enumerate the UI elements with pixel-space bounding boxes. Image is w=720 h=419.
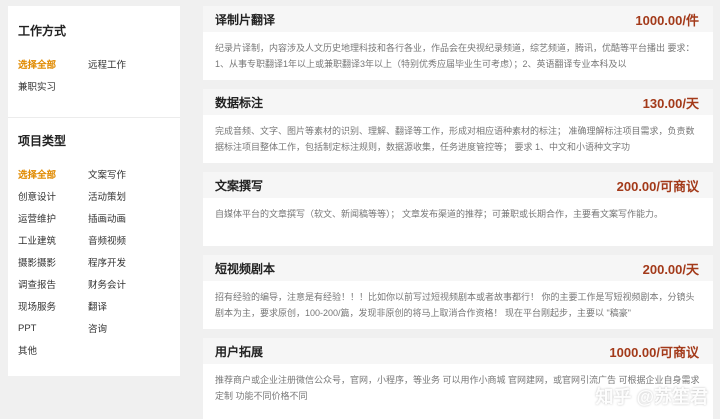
job-card-header: 数据标注 130.00/天 [203, 89, 713, 115]
job-card[interactable]: 短视频剧本 200.00/天 招有经验的编导，注意是有经验！！！比如你以前写过短… [203, 255, 713, 329]
job-price: 1000.00/件 [635, 12, 699, 28]
filter-type-other[interactable]: 其他 [18, 343, 88, 357]
filter-type-finance[interactable]: 财务会计 [88, 277, 158, 291]
job-card-header: 文案撰写 200.00/可商议 [203, 172, 713, 198]
job-card[interactable]: 文案撰写 200.00/可商议 自媒体平台的文章撰写（软文、新闻稿等等）； 文章… [203, 172, 713, 246]
job-card-header: 短视频剧本 200.00/天 [203, 255, 713, 281]
filter-type-av[interactable]: 音频视频 [88, 233, 158, 247]
job-price: 200.00/天 [642, 261, 699, 277]
project-type-title: 项目类型 [18, 134, 67, 148]
filter-type-ppt[interactable]: PPT [18, 323, 88, 334]
job-description: 自媒体平台的文章撰写（软文、新闻稿等等）； 文章发布渠道的推荐；可兼职或长期合作… [215, 209, 664, 219]
work-mode-section: 工作方式 选择全部 远程工作 兼职实习 [18, 22, 170, 97]
job-title[interactable]: 译制片翻译 [215, 11, 275, 28]
filter-type-copywriting[interactable]: 文案写作 [88, 167, 158, 181]
filter-type-all[interactable]: 选择全部 [18, 167, 88, 181]
filter-type-onsite[interactable]: 现场服务 [18, 299, 88, 313]
job-card[interactable]: 数据标注 130.00/天 完成音频、文字、图片等素材的识别、理解、翻译等工作，… [203, 89, 713, 163]
job-description: 招有经验的编导，注意是有经验！！！比如你以前写过短视频剧本或者故事都行！ 你的主… [215, 292, 695, 318]
job-description: 完成音频、文字、图片等素材的识别、理解、翻译等工作，形成对相应语种素材的标注； … [215, 126, 695, 152]
filter-type-consulting[interactable]: 咨询 [88, 321, 158, 335]
job-description: 纪录片译制，内容涉及人文历史地理科技和各行各业，作品会在央视纪录频道，综艺频道，… [215, 43, 695, 69]
job-price: 1000.00/可商议 [609, 344, 699, 360]
filter-work-remote[interactable]: 远程工作 [88, 57, 158, 71]
work-mode-title: 工作方式 [18, 24, 67, 38]
job-title[interactable]: 文案撰写 [215, 177, 263, 194]
filter-type-illustration[interactable]: 插画动画 [88, 211, 158, 225]
filter-work-all[interactable]: 选择全部 [18, 57, 88, 71]
job-card[interactable]: 译制片翻译 1000.00/件 纪录片译制，内容涉及人文历史地理科技和各行各业，… [203, 6, 713, 80]
job-price: 130.00/天 [642, 95, 699, 111]
filter-type-photography[interactable]: 摄影摄影 [18, 255, 88, 269]
filter-type-research[interactable]: 调查报告 [18, 277, 88, 291]
job-title[interactable]: 短视频剧本 [215, 260, 275, 277]
filter-type-programming[interactable]: 程序开发 [88, 255, 158, 269]
job-title[interactable]: 用户拓展 [215, 343, 263, 360]
filter-type-design[interactable]: 创意设计 [18, 189, 88, 203]
sidebar-divider [8, 117, 180, 118]
filter-type-operations[interactable]: 运营维护 [18, 211, 88, 225]
filter-sidebar: 工作方式 选择全部 远程工作 兼职实习 项目类型 选择全部 文案写作 创意设计 … [8, 6, 180, 376]
filter-type-events[interactable]: 活动策划 [88, 189, 158, 203]
job-price: 200.00/可商议 [616, 178, 699, 194]
project-type-section: 项目类型 选择全部 文案写作 创意设计 活动策划 运营维护 插画动画 工业建筑 … [18, 132, 170, 361]
filter-work-parttime[interactable]: 兼职实习 [18, 79, 88, 93]
job-card-header: 译制片翻译 1000.00/件 [203, 6, 713, 32]
filter-type-translation[interactable]: 翻译 [88, 299, 158, 313]
filter-type-industrial[interactable]: 工业建筑 [18, 233, 88, 247]
job-card-header: 用户拓展 1000.00/可商议 [203, 338, 713, 364]
job-title[interactable]: 数据标注 [215, 94, 263, 111]
watermark: 知乎 @苏笙君 [595, 387, 708, 407]
